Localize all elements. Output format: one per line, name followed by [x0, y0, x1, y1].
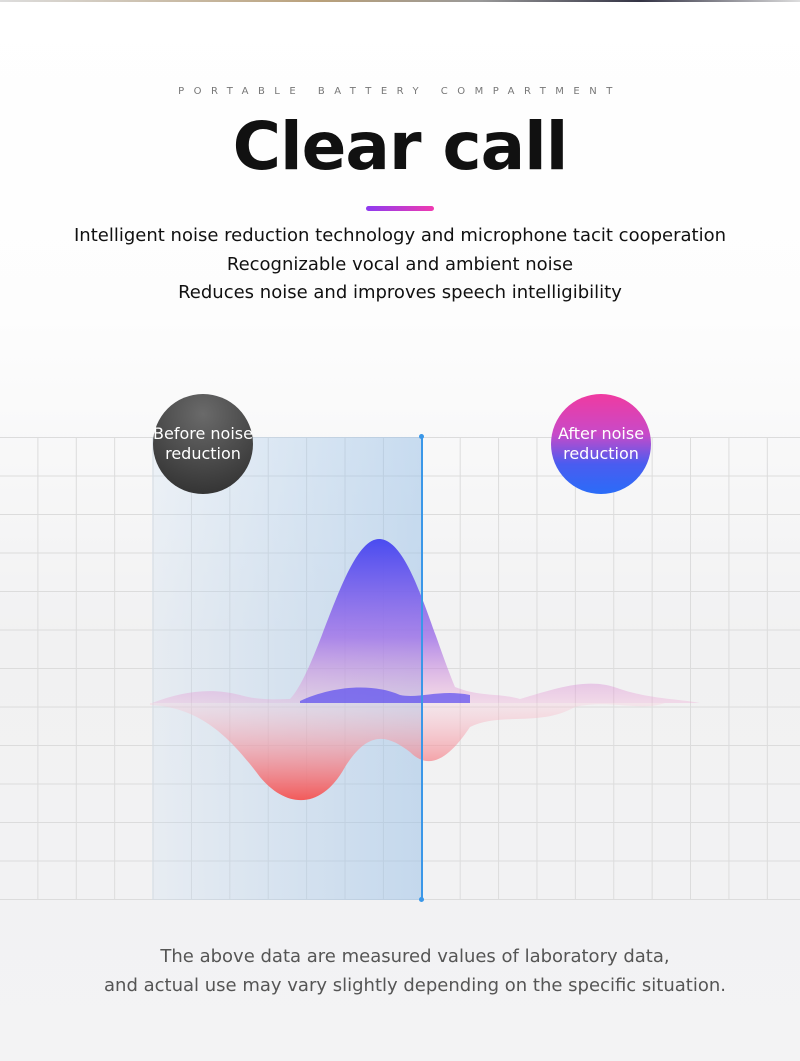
footnote: The above data are measured values of la… — [0, 942, 800, 1000]
waveform-illustration — [150, 538, 700, 801]
description: Intelligent noise reduction technology a… — [0, 222, 800, 308]
title-accent-bar — [366, 206, 434, 211]
after-noise-reduction-badge: After noise reduction — [551, 394, 651, 494]
description-line: Reduces noise and improves speech intell… — [178, 282, 622, 303]
page-title: Clear call — [232, 108, 569, 185]
description-line: Recognizable vocal and ambient noise — [226, 253, 574, 275]
footnote-line: and actual use may vary slightly dependi… — [104, 975, 726, 996]
lower-wave — [150, 703, 665, 801]
upper-wave — [152, 538, 700, 703]
footnote-line: The above data are measured values of la… — [160, 946, 670, 967]
divider-bottom-dot — [419, 897, 424, 902]
divider-top-dot — [419, 434, 424, 439]
top-border — [0, 0, 800, 2]
before-noise-reduction-badge: Before noise reduction — [153, 394, 253, 494]
section-eyebrow: PORTABLE BATTERY COMPARTMENT — [178, 86, 622, 97]
description-line: Intelligent noise reduction technology a… — [74, 225, 726, 246]
divider-line — [421, 437, 423, 900]
